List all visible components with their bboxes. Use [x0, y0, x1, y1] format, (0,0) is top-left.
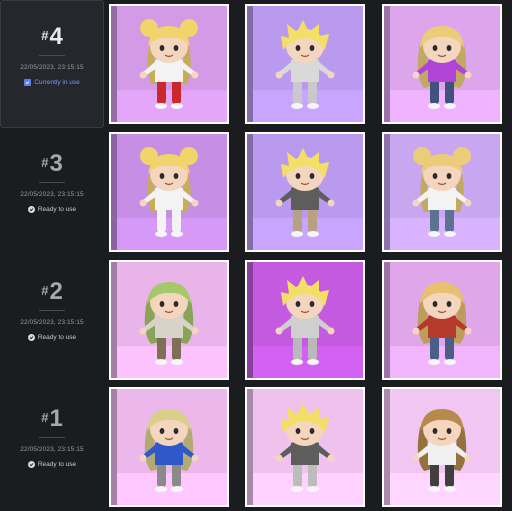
- avatar-thumbnail[interactable]: [109, 132, 229, 252]
- divider: [39, 437, 65, 438]
- scene-wall: [111, 389, 117, 505]
- avatar-thumbnail[interactable]: [382, 4, 502, 124]
- version-date: 22/05/2023, 23:15:15: [20, 64, 84, 71]
- version-meta: # 3 22/05/2023, 23:15:15 Ready to use: [0, 128, 104, 256]
- scene-floor: [247, 473, 363, 505]
- avatar-illustration: [384, 134, 500, 250]
- avatar-illustration: [384, 262, 500, 378]
- divider: [39, 55, 65, 56]
- avatar-thumbnail[interactable]: [245, 4, 365, 124]
- scene-wall: [111, 262, 117, 378]
- version-number: # 4: [41, 25, 63, 49]
- version-history: # 4 22/05/2023, 23:15:15 Currently in us…: [0, 0, 512, 511]
- avatar-illustration: [111, 134, 227, 250]
- scene-floor: [111, 90, 227, 122]
- version-date: 22/05/2023, 23:15:15: [20, 319, 84, 326]
- version-meta: # 1 22/05/2023, 23:15:15 Ready to use: [0, 383, 104, 511]
- check-circle-icon: [27, 461, 35, 468]
- avatar-illustration: [111, 6, 227, 122]
- avatar-thumbnail[interactable]: [245, 387, 365, 507]
- avatar-illustration: [384, 389, 500, 505]
- status-text: Ready to use: [37, 334, 77, 341]
- avatar-illustration: [247, 134, 363, 250]
- scene-floor: [111, 473, 227, 505]
- scene-wall: [247, 262, 253, 378]
- scene-wall: [111, 134, 117, 250]
- divider: [39, 182, 65, 183]
- scene-wall: [247, 134, 253, 250]
- status-text: Ready to use: [37, 206, 77, 213]
- version-date: 22/05/2023, 23:15:15: [20, 446, 84, 453]
- status-badge: Ready to use: [27, 206, 77, 213]
- scene-floor: [384, 218, 500, 250]
- version-number-value: 2: [49, 278, 63, 305]
- version-number: # 2: [41, 280, 63, 304]
- version-number: # 3: [41, 152, 63, 176]
- check-circle-icon: [27, 334, 35, 341]
- avatar-illustration: [247, 6, 363, 122]
- avatar-thumbnail[interactable]: [382, 260, 502, 380]
- avatar-thumbnail[interactable]: [109, 387, 229, 507]
- avatar-thumbnail[interactable]: [245, 132, 365, 252]
- avatar-thumbnail[interactable]: [109, 260, 229, 380]
- version-meta: # 2 22/05/2023, 23:15:15 Ready to use: [0, 256, 104, 384]
- scene-wall: [384, 262, 390, 378]
- hash-symbol: #: [41, 155, 49, 170]
- scene-floor: [384, 346, 500, 378]
- status-badge: Ready to use: [27, 461, 77, 468]
- scene-floor: [111, 346, 227, 378]
- scene-floor: [384, 90, 500, 122]
- hash-symbol: #: [41, 28, 49, 43]
- version-date: 22/05/2023, 23:15:15: [20, 191, 84, 198]
- version-number-value: 4: [49, 23, 63, 50]
- scene-floor: [384, 473, 500, 505]
- status-text: Currently in use: [34, 79, 80, 86]
- scene-wall: [384, 6, 390, 122]
- version-number: # 1: [41, 407, 63, 431]
- check-circle-icon: [27, 206, 35, 213]
- checkbox-icon: [24, 79, 32, 86]
- status-badge: Currently in use: [24, 79, 80, 86]
- scene-floor: [111, 218, 227, 250]
- avatar-illustration: [247, 389, 363, 505]
- scene-wall: [384, 134, 390, 250]
- avatar-thumbnail[interactable]: [109, 4, 229, 124]
- scene-wall: [247, 6, 253, 122]
- divider: [39, 310, 65, 311]
- scene-wall: [384, 389, 390, 505]
- avatar-illustration: [111, 389, 227, 505]
- avatar-thumbnail[interactable]: [245, 260, 365, 380]
- scene-floor: [247, 218, 363, 250]
- avatar-illustration: [111, 262, 227, 378]
- avatar-thumbnail[interactable]: [382, 387, 502, 507]
- version-number-value: 1: [49, 405, 63, 432]
- version-meta: # 4 22/05/2023, 23:15:15 Currently in us…: [0, 0, 104, 128]
- version-number-value: 3: [49, 150, 63, 177]
- hash-symbol: #: [41, 283, 49, 298]
- avatar-illustration: [247, 262, 363, 378]
- version-row-1[interactable]: # 1 22/05/2023, 23:15:15 Ready to use: [0, 383, 512, 511]
- version-row-2[interactable]: # 2 22/05/2023, 23:15:15 Ready to use: [0, 256, 512, 384]
- scene-wall: [111, 6, 117, 122]
- scene-floor: [247, 346, 363, 378]
- status-badge: Ready to use: [27, 334, 77, 341]
- status-text: Ready to use: [37, 461, 77, 468]
- scene-wall: [247, 389, 253, 505]
- version-row-3[interactable]: # 3 22/05/2023, 23:15:15 Ready to use: [0, 128, 512, 256]
- hash-symbol: #: [41, 410, 49, 425]
- version-row-4[interactable]: # 4 22/05/2023, 23:15:15 Currently in us…: [0, 0, 512, 128]
- avatar-thumbnail[interactable]: [382, 132, 502, 252]
- scene-floor: [247, 90, 363, 122]
- avatar-illustration: [384, 6, 500, 122]
